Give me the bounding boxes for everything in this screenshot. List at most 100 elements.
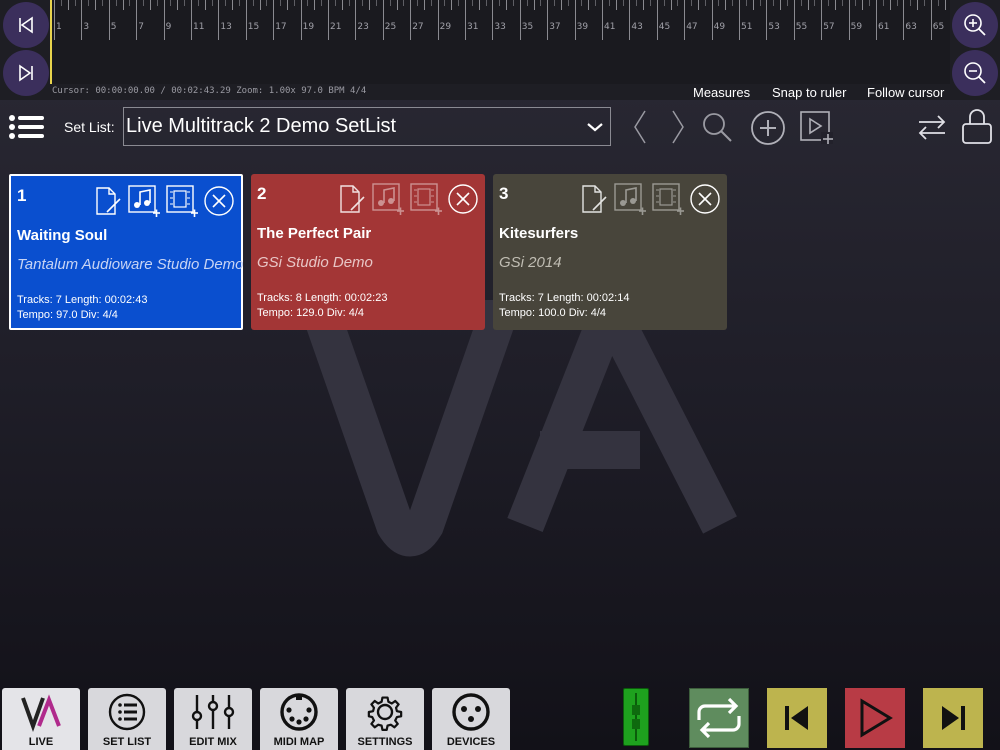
add-playlist-button[interactable] <box>799 110 835 146</box>
ruler-minor-tick <box>814 0 816 6</box>
timeline-ruler[interactable]: 1 3 5 7 9 11 13 15 17 19 21 23 25 27 29 31 33 35 37 39 41 43 4… <box>50 0 950 84</box>
song-card-2[interactable]: 2 The Perfect Pair GSi Studio Demo Track… <box>251 174 485 330</box>
ruler-minor-tick <box>499 0 501 6</box>
ruler-minor-tick <box>184 0 186 6</box>
add-video-icon <box>410 183 442 215</box>
xlr-connector-icon <box>449 692 493 737</box>
add-audio-icon <box>128 185 160 217</box>
ruler-measure-label: 57 <box>823 22 835 32</box>
prev-setlist-button[interactable] <box>628 108 652 146</box>
ruler-minor-tick <box>855 0 857 6</box>
tab-midi-map[interactable]: MIDI MAP <box>260 688 338 750</box>
ruler-measure-label: 35 <box>521 22 534 32</box>
menu-button[interactable] <box>8 114 46 145</box>
ruler-minor-tick <box>786 0 788 6</box>
ruler-tick <box>163 0 165 40</box>
tab-live[interactable]: LIVE <box>2 688 80 750</box>
ruler-minor-tick <box>129 0 131 6</box>
playlist-add-icon <box>800 111 833 144</box>
add-audio-button[interactable] <box>613 182 647 221</box>
ruler-measure-label: 25 <box>384 22 397 32</box>
song-tempo-div: Tempo: 100.0 Div: 4/4 <box>499 307 607 319</box>
skip-end-button[interactable] <box>3 50 49 96</box>
ruler-tick <box>286 0 288 10</box>
ruler-minor-tick <box>266 0 268 6</box>
zoom-in-icon <box>964 14 986 36</box>
ruler-tick <box>711 0 713 40</box>
add-audio-button[interactable] <box>127 184 161 223</box>
song-card-actions <box>579 182 721 221</box>
ruler-tick <box>245 0 247 40</box>
play-button[interactable] <box>845 688 905 748</box>
follow-cursor-option[interactable]: Follow cursor <box>867 85 944 100</box>
list-icon <box>105 692 149 737</box>
measures-option[interactable]: Measures <box>693 85 750 100</box>
ruler-tick <box>684 0 686 40</box>
ruler-minor-tick <box>554 0 556 6</box>
ruler-minor-tick <box>60 0 62 6</box>
ruler-minor-tick <box>608 0 610 6</box>
song-number: 2 <box>257 184 267 203</box>
remove-song-button[interactable] <box>203 185 235 222</box>
output-level-meter[interactable] <box>623 688 649 746</box>
ruler-tick <box>81 0 83 40</box>
ruler-measure-label: 13 <box>220 22 232 32</box>
chevron-left-icon <box>634 110 646 144</box>
song-card-3[interactable]: 3 Kitesurfers GSi 2014 Tracks: 7 Length:… <box>493 174 727 330</box>
ruler-measure-label: 51 <box>741 22 753 32</box>
edit-song-button[interactable] <box>337 184 367 219</box>
snap-to-ruler-option[interactable]: Snap to ruler <box>772 85 846 100</box>
ruler-tick <box>602 0 603 40</box>
setlist-selected-value: Live Multitrack 2 Demo SetList <box>126 115 397 137</box>
tab-edit-mix[interactable]: EDIT MIX <box>174 688 252 750</box>
song-card-1[interactable]: 1 Waiting Soul Tantalum Audioware Studio… <box>9 174 243 330</box>
add-audio-button[interactable] <box>371 182 405 221</box>
lock-button[interactable] <box>960 106 994 146</box>
remove-song-button[interactable] <box>447 183 479 220</box>
add-video-button[interactable] <box>651 182 685 221</box>
next-setlist-button[interactable] <box>666 108 690 146</box>
song-card-actions <box>93 184 235 223</box>
tab-set-list[interactable]: SET LIST <box>88 688 166 750</box>
add-video-icon <box>166 185 198 217</box>
ruler-measure-label: 37 <box>549 22 561 32</box>
ruler-tick <box>328 0 329 40</box>
tab-label: DEVICES <box>446 736 496 748</box>
add-video-button[interactable] <box>409 182 443 221</box>
ruler-minor-tick <box>567 0 569 6</box>
ruler-minor-tick <box>403 0 405 6</box>
previous-song-button[interactable] <box>767 688 827 748</box>
next-song-button[interactable] <box>923 688 983 748</box>
ruler-measure-label: 29 <box>439 22 452 32</box>
ruler-minor-tick <box>759 0 761 6</box>
search-button[interactable] <box>700 110 734 144</box>
tab-settings[interactable]: SETTINGS <box>346 688 424 750</box>
brand-watermark <box>300 291 760 560</box>
add-song-button[interactable] <box>750 110 786 146</box>
loop-button[interactable] <box>689 688 749 748</box>
ruler-tick <box>369 0 371 10</box>
edit-document-icon <box>96 187 121 215</box>
ruler-tick <box>492 0 494 40</box>
swap-button[interactable] <box>915 110 949 144</box>
add-video-button[interactable] <box>165 184 199 223</box>
ruler-minor-tick <box>471 0 473 6</box>
skip-start-button[interactable] <box>3 2 49 48</box>
setlist-dropdown[interactable]: Live Multitrack 2 Demo SetList <box>123 107 611 146</box>
song-card-actions <box>337 182 479 221</box>
ruler-tick <box>108 0 110 40</box>
ruler-minor-tick <box>882 0 884 6</box>
ruler-minor-tick <box>649 0 651 6</box>
remove-song-button[interactable] <box>689 183 721 220</box>
ruler-minor-tick <box>170 0 172 6</box>
zoom-out-button[interactable] <box>952 50 998 96</box>
ruler-measure-label: 65 <box>932 22 945 32</box>
ruler-minor-tick <box>375 0 377 6</box>
edit-song-button[interactable] <box>579 184 609 219</box>
tab-devices[interactable]: DEVICES <box>432 688 510 750</box>
ruler-tick <box>876 0 877 40</box>
ruler-tick <box>807 0 809 10</box>
edit-song-button[interactable] <box>93 186 123 221</box>
zoom-in-button[interactable] <box>952 2 998 48</box>
song-tracks-length: Tracks: 8 Length: 00:02:23 <box>257 292 388 304</box>
